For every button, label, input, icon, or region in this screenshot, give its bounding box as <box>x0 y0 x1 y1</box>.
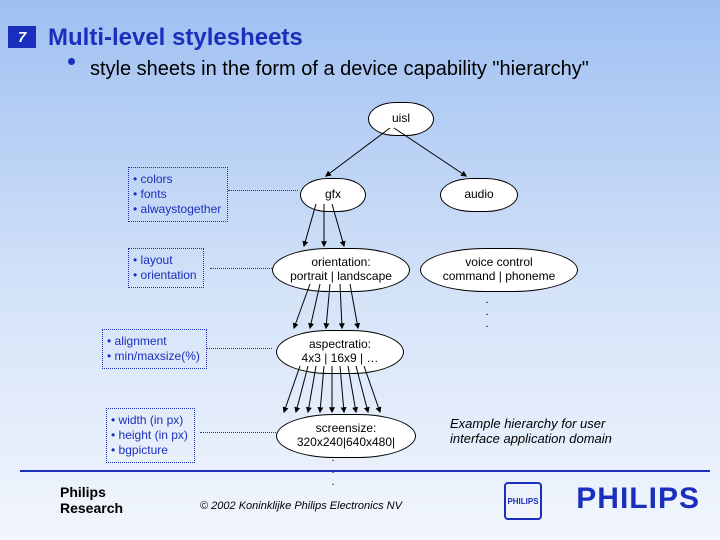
connector-dashed <box>210 268 280 269</box>
annot-item: colors <box>133 172 221 187</box>
annot-item: fonts <box>133 187 221 202</box>
philips-shield-icon: PHILIPS <box>504 482 542 520</box>
annot-item: alwaystogether <box>133 202 221 217</box>
annotation-4: width (in px) height (in px) bgpicture <box>106 408 195 463</box>
annot-item: width (in px) <box>111 413 188 428</box>
bullet-text: style sheets in the form of a device cap… <box>90 58 589 81</box>
node-screensize: screensize: 320x240|640x480| <box>276 414 416 458</box>
node-orientation: orientation: portrait | landscape <box>272 248 410 292</box>
footer-rule <box>20 470 710 472</box>
slide-number: 7 <box>8 26 36 48</box>
ellipsis-dots: . . . <box>482 294 492 330</box>
annot-item: alignment <box>107 334 200 349</box>
annot-item: bgpicture <box>111 443 188 458</box>
node-audio: audio <box>440 178 518 212</box>
page-title: Multi-level stylesheets <box>48 24 303 52</box>
annot-item: layout <box>133 253 197 268</box>
connector-dashed <box>228 190 298 191</box>
annot-item: min/maxsize(%) <box>107 349 200 364</box>
footer-org: Philips Research <box>60 484 123 516</box>
node-voice: voice control command | phoneme <box>420 248 578 292</box>
footer-copyright: © 2002 Koninklijke Philips Electronics N… <box>200 500 402 512</box>
connector-dashed <box>200 432 278 433</box>
philips-logo: PHILIPS <box>576 482 700 516</box>
node-gfx: gfx <box>300 178 366 212</box>
annot-item: orientation <box>133 268 197 283</box>
annotation-2: layout orientation <box>128 248 204 288</box>
annot-item: height (in px) <box>111 428 188 443</box>
node-root: uisl <box>368 102 434 136</box>
bullet-icon <box>68 58 75 65</box>
example-caption: Example hierarchy for user interface app… <box>450 416 612 446</box>
annotation-3: alignment min/maxsize(%) <box>102 329 207 369</box>
connector-dashed <box>206 348 272 349</box>
annotation-1: colors fonts alwaystogether <box>128 167 228 222</box>
node-aspect: aspectratio: 4x3 | 16x9 | … <box>276 330 404 374</box>
